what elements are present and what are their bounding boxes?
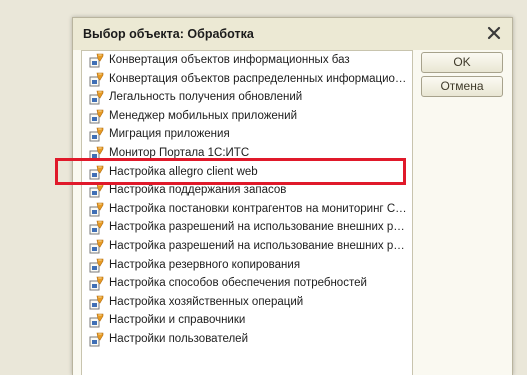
object-selection-dialog: Выбор объекта: Обработка Конвертация объ… (72, 17, 513, 375)
list-item[interactable]: Настройка разрешений на использование вн… (82, 237, 412, 256)
list-item[interactable]: Настройка хозяйственных операций (82, 293, 412, 312)
processing-object-icon (89, 108, 105, 124)
processing-object-icon (89, 201, 105, 217)
dialog-title: Выбор объекта: Обработка (83, 27, 254, 41)
cancel-button[interactable]: Отмена (421, 76, 503, 97)
list-item[interactable]: Настройки пользователей (82, 330, 412, 349)
list-item-label: Настройка резервного копирования (109, 258, 301, 271)
list-item-label: Настройка разрешений на использование вн… (109, 221, 408, 234)
list-item-label: Легальность получения обновлений (109, 91, 303, 104)
processing-object-icon (89, 126, 105, 142)
processing-object-icon (89, 182, 105, 198)
list-item[interactable]: Настройки и справочники (82, 311, 412, 330)
processing-object-icon (89, 164, 105, 180)
processing-object-icon (89, 294, 105, 310)
list-item-label: Настройки и справочники (109, 314, 246, 327)
list-item-label: Конвертация объектов информационных баз (109, 54, 350, 66)
list-item[interactable]: Конвертация объектов распределенных инфо… (82, 70, 412, 89)
list-item-label: Настройка поддержания запасов (109, 184, 287, 197)
processing-object-icon (89, 238, 105, 254)
list-item-label: Настройка разрешений на использование вн… (109, 239, 408, 252)
list-item-label: Настройка хозяйственных операций (109, 295, 304, 308)
list-item[interactable]: Настройка способов обеспечения потребнос… (82, 274, 412, 293)
processing-object-icon (89, 219, 105, 235)
processing-object-icon (89, 257, 105, 273)
processing-object-icon (89, 89, 105, 105)
object-list[interactable]: Конвертация объектов информационных баз К… (81, 50, 413, 375)
list-item-label: Менеджер мобильных приложений (109, 109, 298, 122)
list-item[interactable]: Настройка постановки контрагентов на мон… (82, 200, 412, 219)
list-item[interactable]: Монитор Портала 1С:ИТС (82, 144, 412, 163)
list-item-label: Настройка allegro client web (109, 165, 258, 178)
list-item[interactable]: Менеджер мобильных приложений (82, 107, 412, 126)
list-item[interactable]: Настройка резервного копирования (82, 256, 412, 275)
processing-object-icon (89, 275, 105, 291)
ok-button[interactable]: OK (421, 52, 503, 73)
processing-object-icon (89, 331, 105, 347)
list-item-label: Настройки пользователей (109, 332, 248, 345)
list-item-label: Монитор Портала 1С:ИТС (109, 146, 250, 159)
list-item[interactable]: Миграция приложения (82, 125, 412, 144)
list-item[interactable]: Настройка allegro client web (82, 163, 412, 182)
processing-object-icon (89, 312, 105, 328)
list-item[interactable]: Легальность получения обновлений (82, 88, 412, 107)
list-item[interactable]: Настройка поддержания запасов (82, 181, 412, 200)
list-item-label: Миграция приложения (109, 128, 230, 141)
processing-object-icon (89, 71, 105, 87)
title-bar: Выбор объекта: Обработка (73, 18, 512, 50)
list-item-label: Настройка постановки контрагентов на мон… (109, 202, 408, 215)
list-item-label: Конвертация объектов распределенных инфо… (109, 72, 408, 85)
processing-object-icon (89, 52, 105, 68)
list-item[interactable]: Настройка разрешений на использование вн… (82, 218, 412, 237)
list-item-label: Настройка способов обеспечения потребнос… (109, 277, 367, 290)
processing-object-icon (89, 145, 105, 161)
close-icon[interactable] (485, 24, 503, 42)
list-item[interactable]: Конвертация объектов информационных баз (82, 51, 412, 70)
